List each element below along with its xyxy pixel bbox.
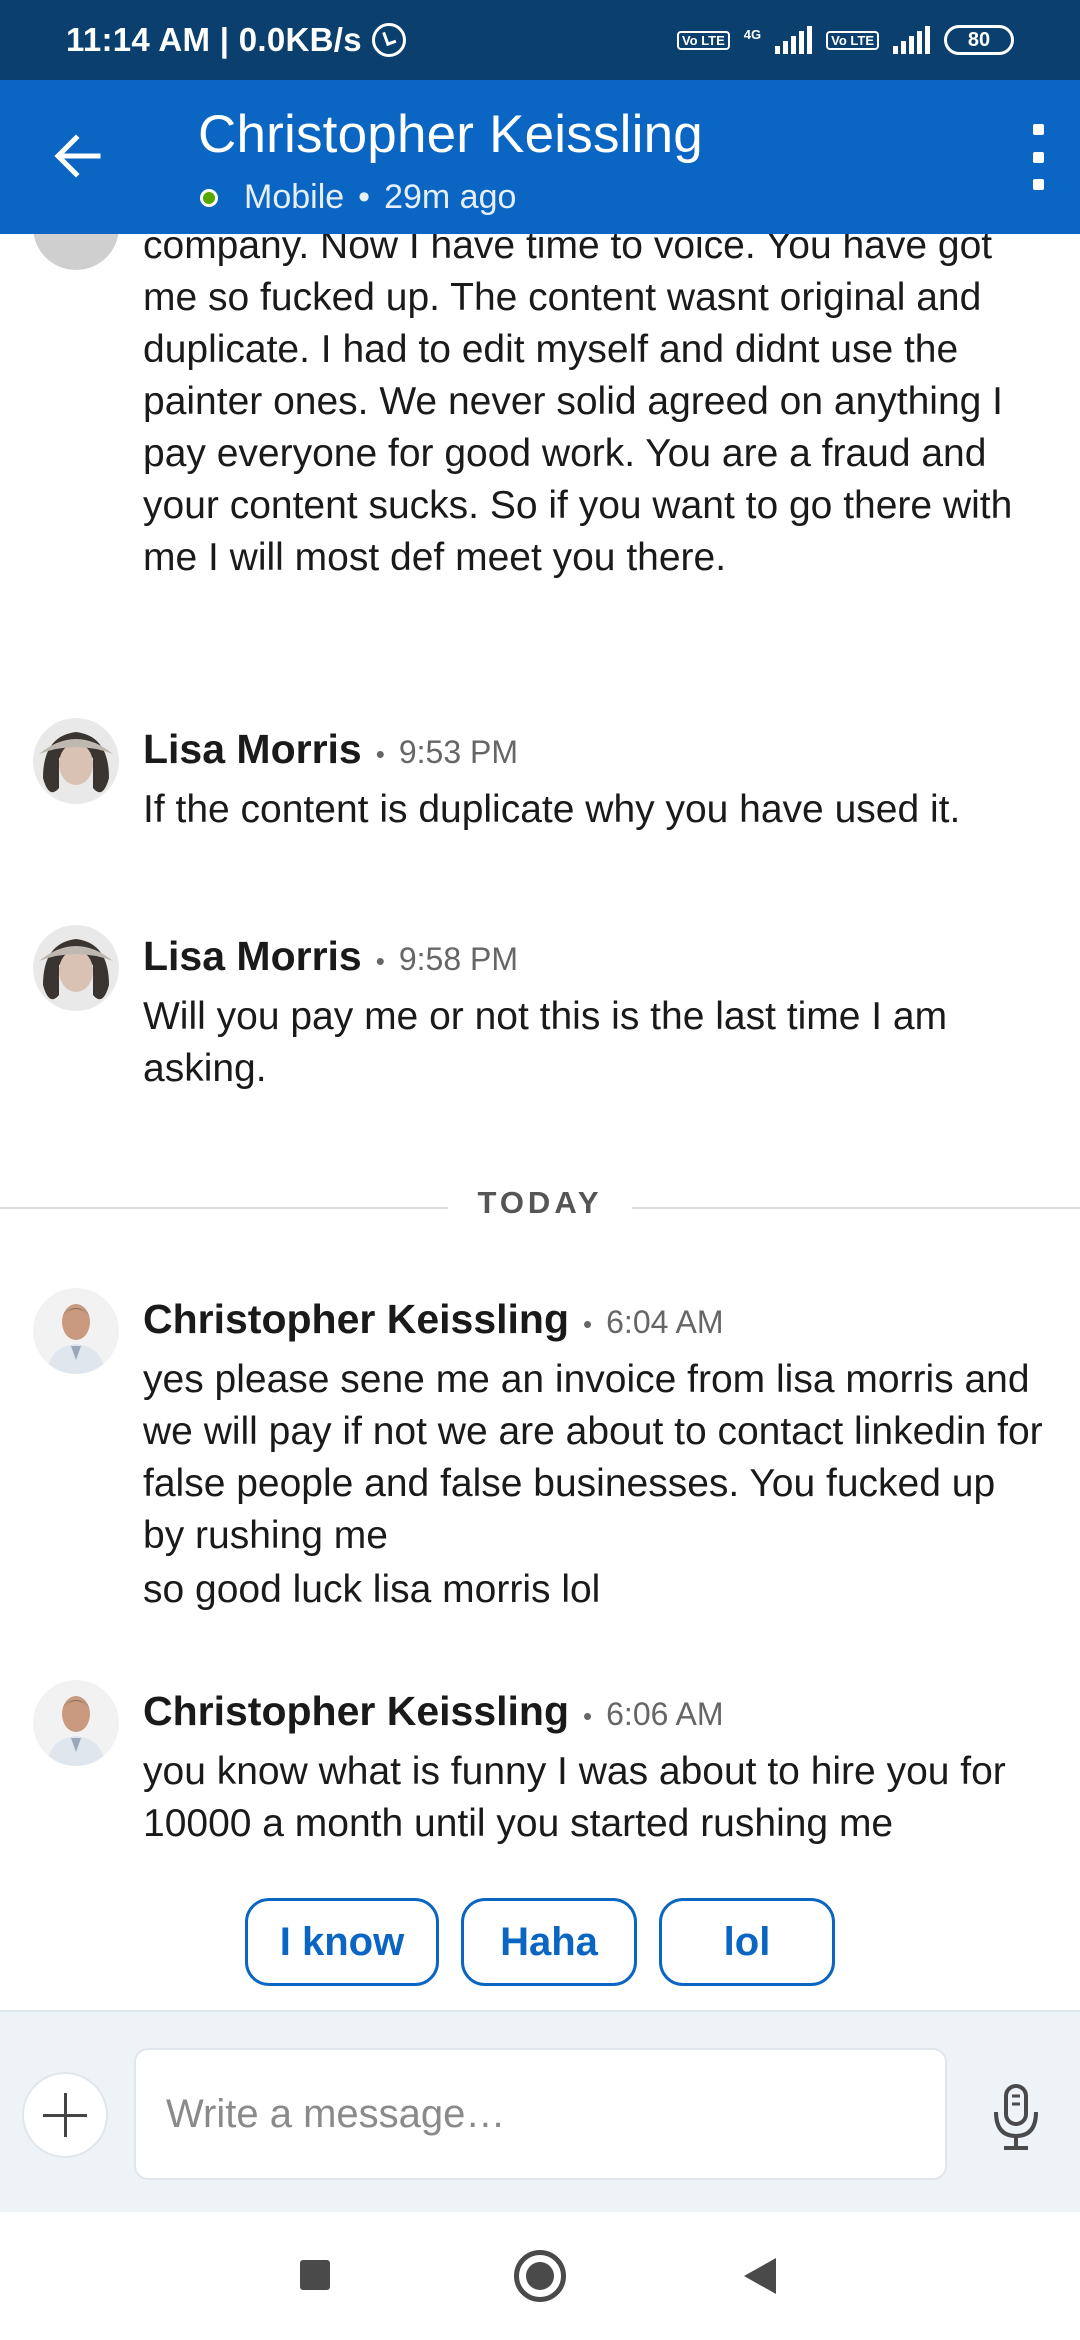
- quick-reply-button[interactable]: Haha: [461, 1898, 637, 1986]
- message-composer: [0, 2010, 1080, 2212]
- battery-icon: 80: [944, 25, 1014, 55]
- message-time: 9:53 PM: [398, 734, 519, 770]
- message-text: If the content is duplicate why you have…: [143, 788, 961, 831]
- status-indicators: Vo LTE 4G Vo LTE 80: [676, 25, 1014, 55]
- presence-status: Mobile • 29m ago: [200, 178, 516, 217]
- separator-dot: •: [583, 1701, 593, 1731]
- message-time: 6:04 AM: [606, 1304, 724, 1340]
- network-type-label: 4G: [743, 27, 762, 42]
- signal-strength-icon-sim2: [893, 26, 930, 54]
- message-text: yes please sene me an invoice from lisa …: [143, 1358, 1043, 1557]
- volte-icon: Vo LTE: [676, 30, 730, 50]
- message-header: Christopher Keissling • 6:06 AM: [143, 1688, 724, 1735]
- message-list[interactable]: You need to send the correct invoice fro…: [0, 234, 1080, 2010]
- message-header: Lisa Morris • 9:53 PM: [143, 726, 518, 773]
- back-arrow-icon[interactable]: [48, 126, 108, 186]
- status-bar: 11:14 AM | 0.0KB/s Vo LTE 4G Vo LTE 80: [0, 0, 1080, 80]
- online-status-icon: [200, 188, 218, 207]
- message-time: 6:06 AM: [606, 1696, 724, 1732]
- system-nav-bar: [0, 2212, 1080, 2340]
- alarm-icon: [371, 23, 406, 57]
- sender-name[interactable]: Christopher Keissling: [143, 1688, 569, 1735]
- message-text-followup: so good luck lisa morris lol: [143, 1568, 601, 1611]
- divider-line: [632, 1207, 1080, 1209]
- message-header: Lisa Morris • 9:58 PM: [143, 933, 518, 980]
- avatar-christopher-keissling[interactable]: [33, 1288, 119, 1374]
- message-text: Will you pay me or not this is the last …: [143, 995, 948, 1090]
- sender-name[interactable]: Christopher Keissling: [143, 1296, 569, 1343]
- date-divider-label: TODAY: [477, 1185, 603, 1220]
- quick-replies: I know Haha lol: [0, 1898, 1080, 1988]
- sender-name[interactable]: Lisa Morris: [143, 933, 362, 980]
- avatar-christopher-keissling[interactable]: [33, 1680, 119, 1766]
- divider-line: [0, 1207, 448, 1209]
- signal-strength-icon: [775, 26, 813, 54]
- avatar-partial: [33, 234, 119, 270]
- more-vertical-icon[interactable]: [1026, 124, 1050, 190]
- separator-dot: •: [375, 739, 385, 769]
- date-divider: TODAY: [0, 1171, 1080, 1241]
- quick-reply-button[interactable]: I know: [245, 1898, 439, 1986]
- separator-dot: •: [358, 178, 371, 216]
- microphone-icon[interactable]: [986, 2082, 1046, 2152]
- avatar-lisa-morris[interactable]: [33, 925, 119, 1011]
- message-text-partial: You need to send the correct invoice fro…: [143, 234, 1013, 579]
- presence-label: Mobile: [244, 178, 345, 216]
- message-header: Christopher Keissling • 6:04 AM: [143, 1296, 724, 1343]
- separator-dot: •: [583, 1309, 593, 1339]
- avatar-lisa-morris[interactable]: [33, 718, 119, 804]
- separator-dot: •: [375, 946, 385, 976]
- plus-icon[interactable]: [22, 2072, 108, 2158]
- recents-icon[interactable]: [300, 2260, 330, 2290]
- contact-name[interactable]: Christopher Keissling: [198, 104, 703, 165]
- last-seen: 29m ago: [384, 178, 517, 216]
- conversation-header: Christopher Keissling Mobile • 29m ago: [0, 80, 1080, 234]
- nav-back-icon[interactable]: [744, 2258, 776, 2294]
- message-input[interactable]: [134, 2048, 947, 2180]
- volte-icon-sim2: Vo LTE: [826, 30, 879, 50]
- quick-reply-button[interactable]: lol: [659, 1898, 835, 1986]
- message-text: you know what is funny I was about to hi…: [143, 1750, 1006, 1845]
- home-icon[interactable]: [514, 2250, 566, 2302]
- message-time: 9:58 PM: [398, 941, 519, 977]
- status-time: 11:14 AM | 0.0KB/s: [66, 21, 406, 59]
- time-and-speed: 11:14 AM | 0.0KB/s: [66, 21, 362, 58]
- sender-name[interactable]: Lisa Morris: [143, 726, 362, 773]
